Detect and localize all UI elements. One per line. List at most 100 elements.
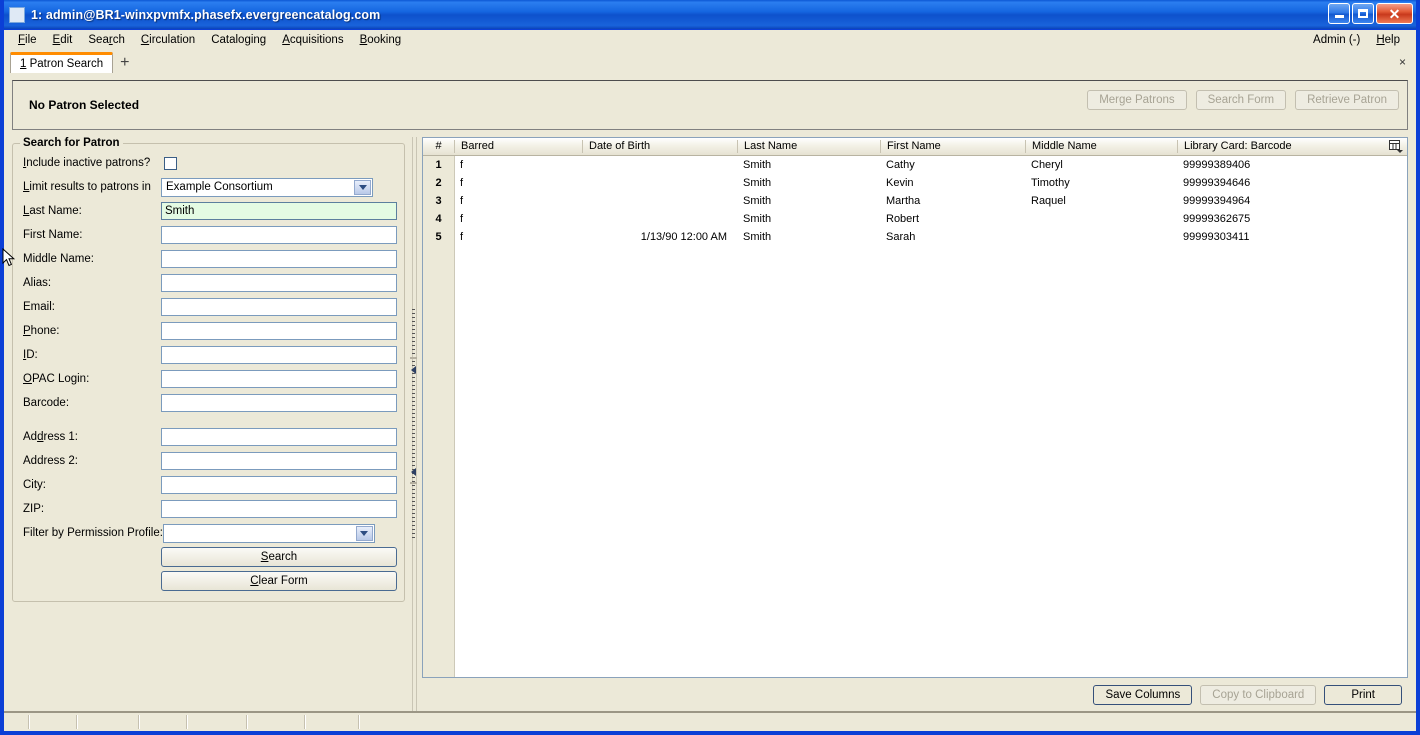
patron-action-buttons: Merge Patrons Search Form Retrieve Patro… [1087, 90, 1399, 110]
menu-search[interactable]: Search [80, 32, 132, 48]
column-picker-icon[interactable] [1389, 140, 1403, 153]
splitter-tick-bottom [410, 482, 417, 484]
search-pane: Search for Patron Include inactive patro… [12, 137, 405, 711]
column-header-index[interactable]: # [423, 140, 454, 153]
results-pane: # Barred Date of Birth Last Name First N… [422, 137, 1408, 711]
close-tab-icon[interactable]: × [1399, 55, 1406, 69]
clear-form-button[interactable]: Clear Form [161, 571, 397, 591]
cell-barcode: 99999303411 [1183, 231, 1250, 243]
maximize-icon [1358, 9, 1368, 18]
status-bar [4, 711, 1416, 731]
city-input[interactable] [161, 476, 397, 494]
copy-to-clipboard-button[interactable]: Copy to Clipboard [1200, 684, 1317, 705]
middle-name-input[interactable] [161, 250, 397, 268]
grid-header-row: # Barred Date of Birth Last Name First N… [423, 138, 1407, 156]
print-button[interactable]: Print [1324, 684, 1402, 705]
cell-barred: f [460, 177, 464, 189]
zip-label: ZIP: [23, 503, 45, 515]
menu-edit[interactable]: Edit [45, 32, 81, 48]
email-input[interactable] [161, 298, 397, 316]
collapse-left-icon-2[interactable] [409, 467, 418, 476]
menu-booking[interactable]: Booking [352, 32, 410, 48]
window-controls: ✕ [1328, 3, 1413, 24]
merge-patrons-button[interactable]: Merge Patrons [1087, 90, 1187, 110]
alias-input[interactable] [161, 274, 397, 292]
menu-help[interactable]: Help [1368, 32, 1408, 48]
menu-acquisitions[interactable]: Acquisitions [274, 32, 351, 48]
save-columns-button[interactable]: Save Columns [1093, 684, 1193, 705]
menu-circulation[interactable]: Circulation [133, 32, 203, 48]
row-address-2: Address 2: [20, 449, 397, 473]
opac-login-label: OPAC Login: [23, 373, 90, 385]
row-permission-profile: Filter by Permission Profile: [20, 521, 397, 545]
menu-file[interactable]: File [10, 32, 45, 48]
cell-middle-name: Cheryl [1031, 159, 1063, 171]
id-input[interactable] [161, 346, 397, 364]
menu-bar-right: Admin (-) Help [1305, 30, 1408, 50]
city-label: City: [23, 479, 46, 491]
results-grid: # Barred Date of Birth Last Name First N… [422, 137, 1408, 678]
permission-profile-select[interactable] [162, 523, 375, 543]
last-name-input[interactable] [161, 202, 397, 220]
table-row[interactable]: 2 f Smith Kevin Timothy 99999394646 [423, 174, 1407, 192]
menu-cataloging[interactable]: Cataloging [203, 32, 274, 48]
status-panel-1 [6, 715, 30, 729]
include-inactive-checkbox[interactable] [164, 156, 177, 170]
search-for-patron-group: Search for Patron Include inactive patro… [12, 137, 405, 602]
limit-results-select[interactable]: Example Consortium [161, 177, 373, 197]
cell-first-name: Sarah [886, 231, 916, 243]
column-header-middle-name[interactable]: Middle Name [1025, 140, 1177, 153]
row-limit-results: Limit results to patrons in Example Cons… [20, 175, 397, 199]
menu-admin[interactable]: Admin (-) [1305, 32, 1368, 48]
row-first-name: First Name: [20, 223, 397, 247]
row-last-name: Last Name: [20, 199, 397, 223]
first-name-label: First Name: [23, 229, 83, 241]
pane-splitter[interactable] [405, 137, 422, 711]
splitter-grip[interactable] [412, 309, 415, 539]
row-search-button: Search [20, 545, 397, 569]
table-row[interactable]: 5 f 1/13/90 12:00 AM Smith Sarah 9999930… [423, 228, 1407, 246]
cell-index: 2 [435, 177, 442, 189]
title-bar: 1: admin@BR1-winxpvmfx.phasefx.evergreen… [4, 0, 1416, 30]
barcode-input[interactable] [161, 394, 397, 412]
minimize-button[interactable] [1328, 3, 1350, 24]
collapse-left-icon[interactable] [409, 365, 418, 374]
column-header-first-name[interactable]: First Name [880, 140, 1025, 153]
column-header-barred[interactable]: Barred [454, 140, 582, 153]
column-header-library-card[interactable]: Library Card: Barcode [1177, 140, 1407, 153]
menu-bar: File Edit Search Circulation Cataloging … [4, 30, 1416, 50]
phone-input[interactable] [161, 322, 397, 340]
search-button[interactable]: Search [161, 547, 397, 567]
search-form-button[interactable]: Search Form [1195, 90, 1287, 110]
address-2-input[interactable] [161, 452, 397, 470]
address-2-label: Address 2: [23, 455, 78, 467]
status-panel-4 [140, 715, 188, 729]
row-city: City: [20, 473, 397, 497]
address-1-input[interactable] [161, 428, 397, 446]
status-panel-7 [306, 715, 360, 729]
column-header-date-of-birth[interactable]: Date of Birth [582, 140, 737, 153]
maximize-button[interactable] [1352, 3, 1374, 24]
zip-input[interactable] [161, 500, 397, 518]
close-button[interactable]: ✕ [1376, 3, 1413, 24]
limit-results-label: Limit results to patrons in [23, 181, 151, 193]
new-tab-button[interactable]: + [120, 55, 129, 73]
row-address-1: Address 1: [20, 425, 397, 449]
row-id: ID: [20, 343, 397, 367]
tab-label: Patron Search [26, 58, 104, 70]
table-row[interactable]: 3 f Smith Martha Raquel 99999394964 [423, 192, 1407, 210]
menu-file-rest: ile [25, 34, 37, 46]
close-icon: ✕ [1388, 5, 1401, 22]
opac-login-input[interactable] [161, 370, 397, 388]
status-panel-3 [78, 715, 140, 729]
tab-patron-search[interactable]: 1 Patron Search [10, 52, 114, 73]
table-row[interactable]: 4 f Smith Robert 99999362675 [423, 210, 1407, 228]
retrieve-patron-button[interactable]: Retrieve Patron [1295, 90, 1399, 110]
row-middle-name: Middle Name: [20, 247, 397, 271]
row-phone: Phone: [20, 319, 397, 343]
permission-profile-label: Filter by Permission Profile: [23, 527, 163, 539]
table-row[interactable]: 1 f Smith Cathy Cheryl 99999389406 [423, 156, 1407, 174]
column-header-last-name[interactable]: Last Name [737, 140, 880, 153]
first-name-input[interactable] [161, 226, 397, 244]
cell-last-name: Smith [743, 213, 772, 225]
